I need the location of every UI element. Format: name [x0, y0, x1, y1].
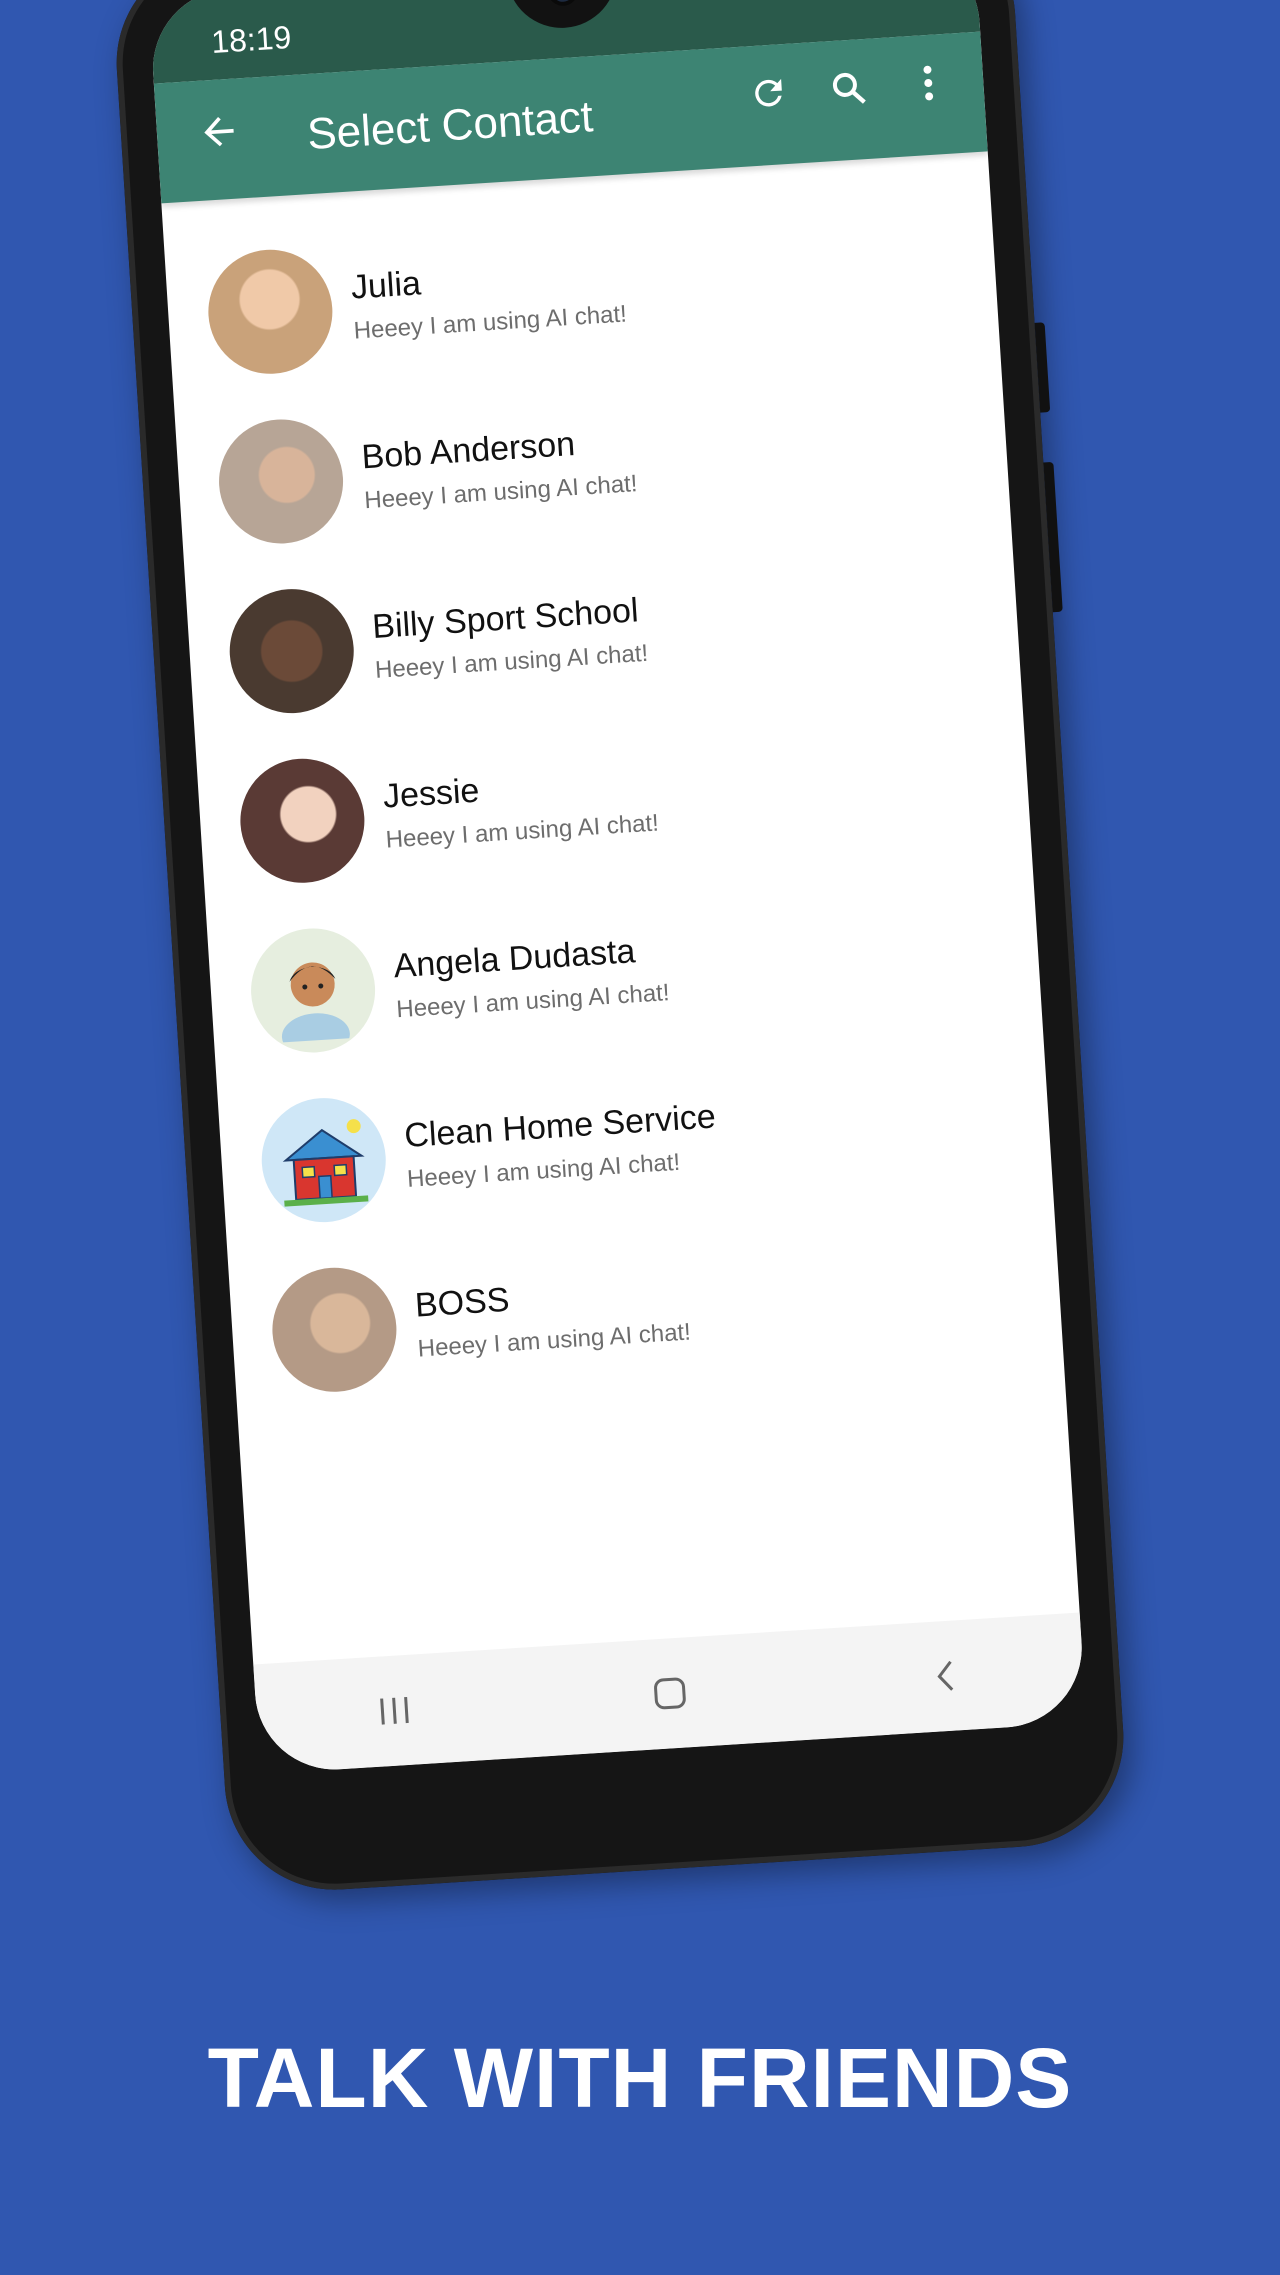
contact-text: Angela Dudasta Heeey I am using AI chat! [392, 930, 670, 1024]
search-icon[interactable] [822, 57, 876, 120]
status-time: 18:19 [210, 18, 293, 60]
contact-status: Heeey I am using AI chat! [395, 978, 671, 1023]
camera-notch [506, 0, 621, 32]
phone-screen: 18:19 Select Contact Julia Heeey I am us… [148, 0, 1087, 1775]
more-vert-icon[interactable] [901, 52, 955, 115]
contact-name: Clean Home Service [403, 1096, 717, 1155]
promo-caption: TALK WITH FRIENDS [207, 2031, 1073, 2125]
contact-status: Heeey I am using AI chat! [363, 469, 639, 514]
contact-text: Bob Anderson Heeey I am using AI chat! [360, 421, 638, 515]
contact-name: Jessie [381, 771, 481, 816]
contact-status: Heeey I am using AI chat! [416, 1317, 692, 1363]
contact-list: Julia Heeey I am using AI chat! Bob Ande… [161, 151, 1064, 1421]
contact-status: Heeey I am using AI chat! [384, 808, 660, 854]
avatar [257, 1094, 390, 1226]
contact-status: Heeey I am using AI chat! [374, 639, 649, 684]
recents-icon[interactable] [353, 1678, 437, 1743]
contact-name: Billy Sport School [371, 590, 640, 646]
avatar [268, 1264, 401, 1396]
contact-name: Julia [349, 263, 422, 307]
back-chevron-icon[interactable] [904, 1644, 988, 1709]
volume-button [1034, 322, 1051, 413]
contact-text: Jessie Heeey I am using AI chat! [382, 760, 660, 854]
arrow-left-icon[interactable] [196, 108, 244, 171]
signal-icon [846, 0, 918, 7]
avatar [215, 415, 347, 548]
system-nav-bar [253, 1612, 1087, 1775]
page-title: Select Contact [305, 92, 595, 160]
home-icon[interactable] [628, 1661, 712, 1726]
contact-name: Angela Dudasta [392, 931, 637, 985]
contact-text: Clean Home Service Heeey I am using AI c… [403, 1097, 719, 1193]
contact-name: BOSS [413, 1280, 511, 1325]
contact-status: Heeey I am using AI chat! [406, 1148, 681, 1193]
power-button [1043, 461, 1063, 613]
phone-mockup: 18:19 Select Contact Julia Heeey I am us… [0, 0, 1280, 2275]
contact-text: Julia Heeey I am using AI chat! [350, 251, 628, 345]
refresh-icon[interactable] [742, 62, 796, 125]
avatar [247, 924, 379, 1057]
avatar [204, 246, 337, 378]
avatar [225, 585, 358, 717]
contact-name: Bob Anderson [360, 424, 577, 476]
contact-text: BOSS Heeey I am using AI chat! [414, 1269, 692, 1363]
contact-status: Heeey I am using AI chat! [352, 299, 628, 345]
phone-frame: 18:19 Select Contact Julia Heeey I am us… [109, 0, 1131, 1897]
contact-text: Billy Sport School Heeey I am using AI c… [371, 590, 649, 684]
app-bar-actions [742, 52, 955, 125]
avatar [236, 755, 369, 887]
